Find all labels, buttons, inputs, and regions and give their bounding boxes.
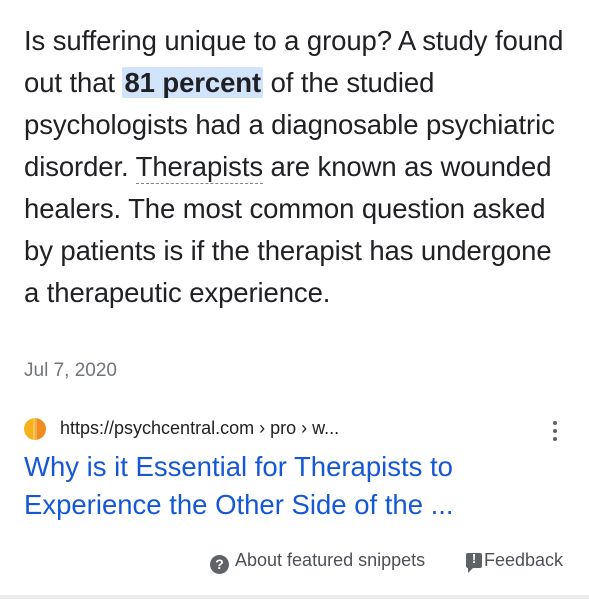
- feedback-label: Feedback: [484, 550, 564, 570]
- feedback-button[interactable]: Feedback: [466, 550, 564, 573]
- help-icon: ?: [210, 555, 229, 574]
- about-label: About featured snippets: [235, 550, 426, 570]
- featured-snippet-card: Is suffering unique to a group? A study …: [0, 0, 589, 599]
- snippet-date: Jul 7, 2020: [24, 360, 117, 381]
- snippet-footer: ? About featured snippets Feedback: [0, 548, 589, 576]
- feedback-icon: [466, 551, 482, 573]
- dotted-term-link[interactable]: Therapists: [135, 151, 263, 184]
- source-row: https://psychcentral.com › pro › w...: [24, 416, 569, 444]
- psychcentral-favicon-icon: [24, 418, 46, 440]
- snippet-text: Is suffering unique to a group? A study …: [24, 20, 569, 314]
- result-title-link[interactable]: Why is it Essential for Therapists to Ex…: [24, 448, 564, 524]
- more-vert-icon[interactable]: [551, 418, 559, 444]
- divider: [0, 595, 589, 599]
- about-featured-snippets-button[interactable]: ? About featured snippets: [210, 550, 425, 574]
- source-url[interactable]: https://psychcentral.com › pro › w...: [60, 418, 339, 439]
- snippet-highlight: 81 percent: [122, 67, 264, 98]
